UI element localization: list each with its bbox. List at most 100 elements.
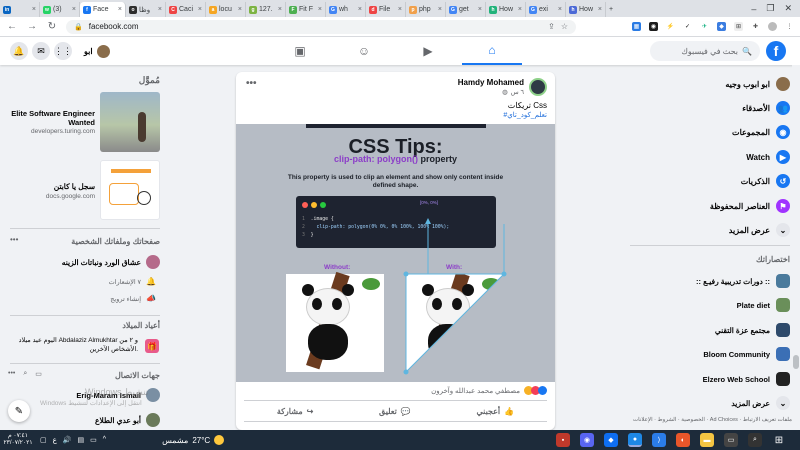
app-icon[interactable]: ◐	[676, 433, 690, 447]
share-icon[interactable]: ⇪	[548, 22, 555, 31]
browser-tab[interactable]: p php ×	[406, 2, 446, 17]
shortcut-item[interactable]: :: دورات تدريبية رفيـع ::	[696, 274, 790, 288]
task-view-icon[interactable]: ▭	[724, 433, 738, 447]
chevron-up-icon[interactable]: ^	[103, 436, 106, 444]
tab-gaming[interactable]: ▣	[270, 37, 330, 65]
close-tab-icon[interactable]: ×	[398, 6, 402, 13]
close-tab-icon[interactable]: ×	[238, 6, 242, 13]
browser-tab[interactable]: Gwh ×	[326, 2, 366, 17]
close-tab-icon[interactable]: ×	[198, 6, 202, 13]
extension-icon[interactable]: ▦	[632, 22, 641, 31]
close-tab-icon[interactable]: ×	[318, 6, 322, 13]
close-tab-icon[interactable]: ×	[558, 6, 562, 13]
search-icon[interactable]: ⌕	[23, 370, 27, 378]
back-icon[interactable]: ←	[6, 21, 18, 32]
post-hashtag[interactable]: #تعلم_كود_تاي	[503, 111, 547, 119]
language-icon[interactable]: ع	[53, 436, 57, 444]
forward-icon[interactable]: →	[26, 21, 38, 32]
scrollbar[interactable]	[792, 65, 800, 430]
close-window-icon[interactable]: ✕	[784, 3, 792, 14]
menu-grid-icon[interactable]: ⋮⋮	[54, 42, 72, 60]
shortcut-item[interactable]: Elzero Web School	[703, 372, 790, 386]
extension-icon[interactable]: ◉	[649, 22, 658, 31]
notification-icon[interactable]: ▢	[40, 436, 47, 444]
sidebar-item[interactable]: الذكريات ↺	[741, 174, 790, 188]
close-tab-icon[interactable]: ×	[278, 6, 282, 13]
browser-tab[interactable]: h How ×	[486, 2, 526, 17]
extension-icon[interactable]: ✓	[683, 22, 692, 31]
avatar[interactable]	[768, 22, 777, 31]
extension-icon[interactable]: ◆	[717, 22, 726, 31]
shortcut-item[interactable]: عرض المزيد ⌄	[731, 396, 790, 410]
more-options-icon[interactable]: •••	[8, 370, 15, 378]
browser-tab[interactable]: h How ×	[566, 2, 606, 17]
birthday-text[interactable]: اليوم عيد ميلاد Abdalaziz Almukhtar و ٢ …	[10, 337, 138, 355]
profile-button[interactable]: ابو	[78, 42, 116, 60]
file-explorer-icon[interactable]: ▬	[700, 433, 714, 447]
facebook-logo-icon[interactable]: f	[766, 41, 786, 61]
browser-tab[interactable]: C Caci ×	[166, 2, 206, 17]
browser-tab[interactable]: Gexi ×	[526, 2, 566, 17]
clock[interactable]: ٠٧:٤١ م ٢٣/٠٧/٢٠٢١	[0, 430, 36, 450]
ad-title-1[interactable]: Elite Software Engineer Wanted	[10, 109, 95, 128]
close-tab-icon[interactable]: ×	[118, 6, 122, 13]
contact-item[interactable]: أبو عدي الطلاع	[95, 413, 160, 427]
extension-icon[interactable]: ⊞	[734, 22, 743, 31]
share-button[interactable]: مشاركة ↪	[277, 407, 314, 416]
shortcut-item[interactable]: مجتمع عزة التقني	[715, 323, 790, 337]
close-tab-icon[interactable]: ×	[478, 6, 482, 13]
reload-icon[interactable]: ↻	[46, 21, 58, 32]
puzzle-icon[interactable]: ✚	[751, 22, 760, 31]
notifications-icon[interactable]: 🔔	[10, 42, 28, 60]
close-tab-icon[interactable]: ×	[358, 6, 362, 13]
tab-groups[interactable]: ☺	[334, 37, 394, 65]
search-field[interactable]: بحث في فيسبوك 🔍	[650, 41, 760, 61]
post-options-icon[interactable]: •••	[246, 78, 257, 89]
sidebar-item[interactable]: الأصدقاء 👥	[742, 101, 790, 115]
close-tab-icon[interactable]: ×	[518, 6, 522, 13]
sidebar-item[interactable]: المجموعات ◉	[732, 125, 790, 139]
minimize-icon[interactable]: –	[751, 4, 756, 14]
app-icon[interactable]: ◆	[604, 433, 618, 447]
author-avatar[interactable]	[529, 78, 547, 96]
sidebar-item[interactable]: عرض المزيد ⌄	[729, 223, 790, 237]
browser-tab[interactable]: F Fit F ×	[286, 2, 326, 17]
search-icon[interactable]: ⌕	[748, 433, 762, 447]
shortcut-item[interactable]: Plate diet	[737, 298, 790, 312]
vscode-icon[interactable]: ⟩	[652, 433, 666, 447]
maximize-icon[interactable]: ❐	[766, 3, 774, 14]
browser-tab[interactable]: f Face ×	[80, 2, 126, 17]
create-promotion-item[interactable]: إنشاء ترويج 📣	[110, 294, 156, 303]
footer-links[interactable]: الخصوصية · الشروط · الإعلانات · Ad Choic…	[632, 417, 792, 424]
page-item[interactable]: عشاق الورد ونباتات الزينه	[62, 255, 160, 269]
notifications-item[interactable]: ٧ الإشعارات 🔔	[109, 277, 156, 286]
app-icon[interactable]: ▪	[556, 433, 570, 447]
post-image[interactable]: CSS Tips: clip-path: polygon() property …	[236, 124, 555, 382]
sidebar-item[interactable]: ابو ابوب وجيه	[725, 77, 790, 91]
ad-image-2[interactable]	[100, 160, 160, 220]
shortcut-item[interactable]: Bloom Community	[703, 347, 790, 361]
star-icon[interactable]: ☆	[561, 22, 568, 31]
messenger-icon[interactable]: ✉	[32, 42, 50, 60]
extension-icon[interactable]: ⚡	[666, 22, 675, 31]
video-call-icon[interactable]: ▭	[35, 370, 42, 378]
browser-tab[interactable]: in ×	[0, 2, 40, 17]
windows-start-icon[interactable]: ⊞	[772, 433, 786, 447]
browser-tab[interactable]: a locu ×	[206, 2, 246, 17]
close-tab-icon[interactable]: ×	[158, 6, 162, 13]
browser-tab[interactable]: o وظا ×	[126, 2, 166, 17]
close-tab-icon[interactable]: ×	[438, 6, 442, 13]
chrome-icon[interactable]: ●	[628, 433, 642, 447]
browser-tab[interactable]: g 127. ×	[246, 2, 286, 17]
comment-button[interactable]: تعليق 💬	[379, 407, 411, 416]
scrollbar-thumb[interactable]	[793, 355, 799, 369]
reactions-summary[interactable]: مصطفي محمد عبدالله وآخرون	[431, 386, 547, 395]
ad-image-1[interactable]	[100, 92, 160, 152]
ad-title-2[interactable]: سجل يا كابتن	[10, 182, 95, 191]
url-field[interactable]: 🔒 facebook.com ⇪ ☆	[66, 19, 576, 34]
tab-home[interactable]: ⌂	[462, 37, 522, 65]
post-time[interactable]: ٦ س	[511, 88, 524, 96]
volume-icon[interactable]: 🔊	[63, 436, 72, 444]
sidebar-item[interactable]: العناصر المحفوظة ⚑	[710, 199, 790, 213]
new-tab-icon[interactable]: +	[606, 2, 620, 17]
